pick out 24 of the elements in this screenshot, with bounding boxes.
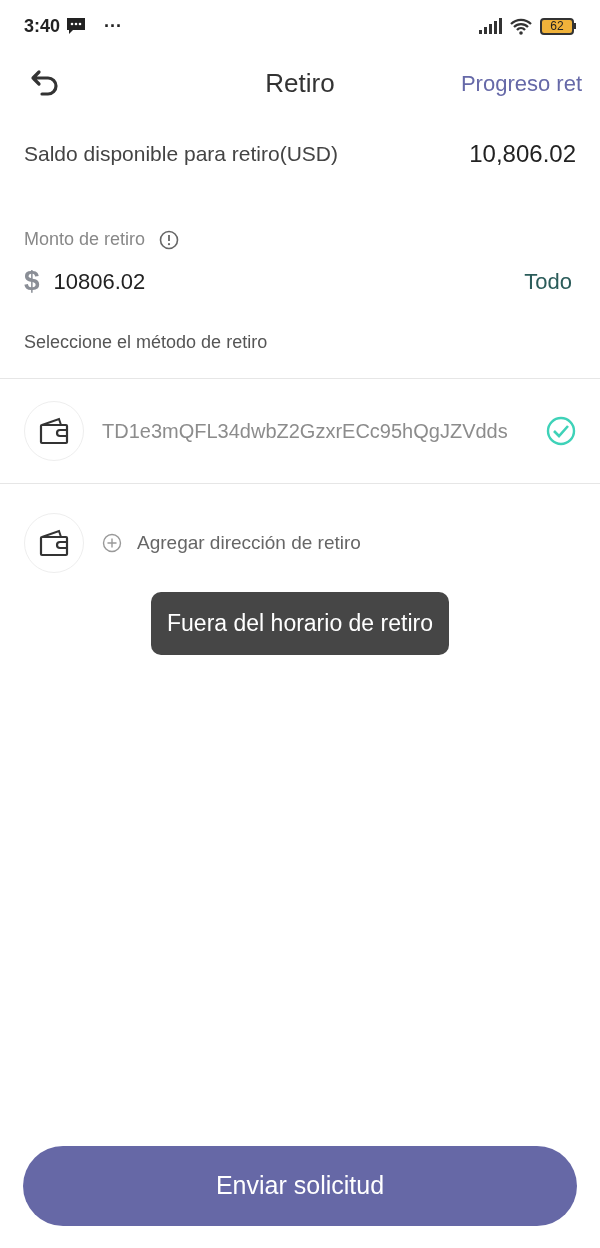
progress-link[interactable]: Progreso ret: [460, 66, 582, 100]
battery-icon: 62: [540, 17, 576, 35]
plus-icon: [102, 533, 122, 553]
wallet-icon: [39, 529, 69, 557]
amount-label: Monto de retiro: [24, 228, 146, 251]
all-button[interactable]: Todo: [524, 264, 572, 298]
balance-value: 10,806.02: [469, 139, 576, 169]
page-title: Retiro: [265, 66, 335, 100]
wallet-icon: [39, 417, 69, 445]
method-label: Seleccione el método de retiro: [24, 332, 268, 352]
signal-icon: [478, 18, 502, 34]
status-time: 3:40: [24, 14, 61, 38]
more-notifications: ···: [104, 14, 122, 38]
check-icon: [546, 416, 576, 446]
add-address-link[interactable]: Agregar dirección de retiro: [137, 528, 361, 558]
balance-label: Saldo disponible para retiro(USD): [24, 141, 338, 168]
message-icon: [66, 17, 87, 35]
back-icon[interactable]: [30, 69, 60, 97]
amount-field[interactable]: $ 10806.02: [24, 260, 525, 302]
toast-message: Fuera del horario de retiro: [151, 592, 449, 655]
wifi-icon: [510, 17, 532, 35]
submit-button[interactable]: Enviar solicitud: [23, 1146, 577, 1226]
info-icon[interactable]: [159, 229, 180, 250]
address-item[interactable]: TD1e3mQFL34dwbZ2GzxrECc95hQgJZVdds: [0, 379, 600, 484]
